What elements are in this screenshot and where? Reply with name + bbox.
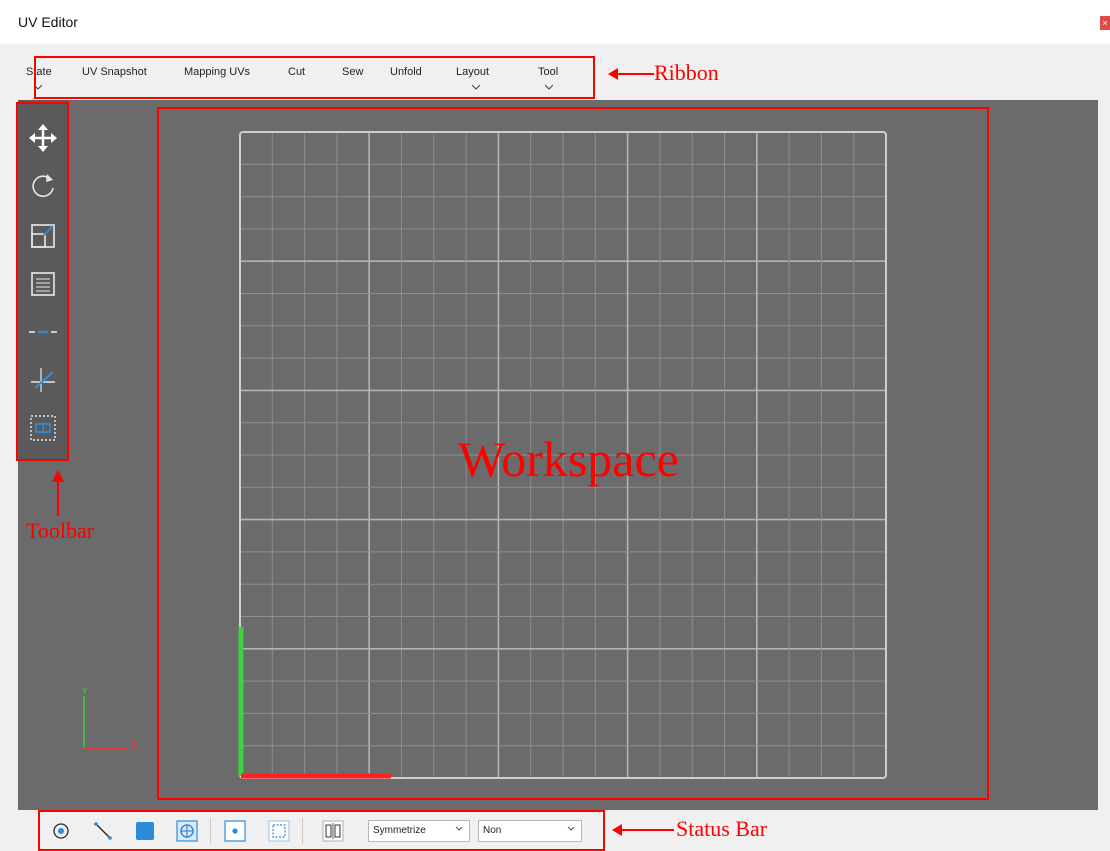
move-icon[interactable] <box>27 122 59 154</box>
distribute-icon[interactable] <box>27 316 59 348</box>
uv-editor-window: UV Editor × State UV Snapshot Mapping UV… <box>0 0 1110 851</box>
ribbon: State UV Snapshot Mapping UVs Cut Sew Un… <box>18 56 1098 98</box>
status-bar-annotation-label: Status Bar <box>676 816 768 841</box>
straighten-icon[interactable] <box>27 364 59 396</box>
vertex-mode-icon[interactable] <box>50 820 72 842</box>
chevron-down-icon <box>567 826 575 831</box>
close-icon[interactable]: × <box>1100 16 1110 30</box>
arrow-up-icon <box>52 470 64 516</box>
select-region-icon[interactable] <box>27 412 59 444</box>
ribbon-item-tool[interactable]: Tool <box>538 66 558 78</box>
status-divider <box>210 818 211 844</box>
arrow-left-icon <box>612 824 674 836</box>
align-icon[interactable] <box>27 268 59 300</box>
chevron-down-icon <box>455 826 463 831</box>
ribbon-item-mapping-uvs[interactable]: Mapping UVs <box>184 66 250 78</box>
chevron-down-icon[interactable] <box>34 84 42 90</box>
toolbar-annotation-label: Toolbar <box>26 518 95 543</box>
symmetrize-value: Symmetrize <box>373 825 426 836</box>
rect-select-icon[interactable] <box>268 820 290 842</box>
window-title: UV Editor <box>18 14 78 30</box>
title-bar: UV Editor × <box>0 0 1110 44</box>
status-divider <box>302 818 303 844</box>
chevron-down-icon[interactable] <box>472 84 480 90</box>
axis-y-label: Y <box>82 687 88 696</box>
symmetry-axis-dropdown[interactable]: Non <box>478 820 582 842</box>
arrow-left-icon <box>608 68 654 80</box>
ribbon-item-cut[interactable]: Cut <box>288 66 305 78</box>
ribbon-item-uv-snapshot[interactable]: UV Snapshot <box>82 66 147 78</box>
ribbon-item-sew[interactable]: Sew <box>342 66 363 78</box>
axis-x-label: X <box>130 740 138 752</box>
edge-mode-icon[interactable] <box>92 820 114 842</box>
ribbon-item-state[interactable]: State <box>26 66 52 78</box>
status-bar: Symmetrize Non <box>38 812 604 851</box>
symmetrize-dropdown[interactable]: Symmetrize <box>368 820 470 842</box>
scale-icon[interactable] <box>27 220 59 252</box>
rotate-icon[interactable] <box>27 170 59 202</box>
symmetry-icon[interactable] <box>322 820 344 842</box>
symmetry-axis-value: Non <box>483 825 502 836</box>
ribbon-annotation-label: Ribbon <box>654 60 719 85</box>
axis-gizmo: Y X <box>82 687 138 752</box>
element-mode-icon[interactable] <box>176 820 198 842</box>
chevron-down-icon[interactable] <box>545 84 553 90</box>
face-mode-icon[interactable] <box>134 820 156 842</box>
toolbar <box>18 100 68 460</box>
workspace-annotation-label: Workspace <box>458 431 679 487</box>
point-select-icon[interactable] <box>224 820 246 842</box>
ribbon-item-layout[interactable]: Layout <box>456 66 489 78</box>
ribbon-item-unfold[interactable]: Unfold <box>390 66 422 78</box>
